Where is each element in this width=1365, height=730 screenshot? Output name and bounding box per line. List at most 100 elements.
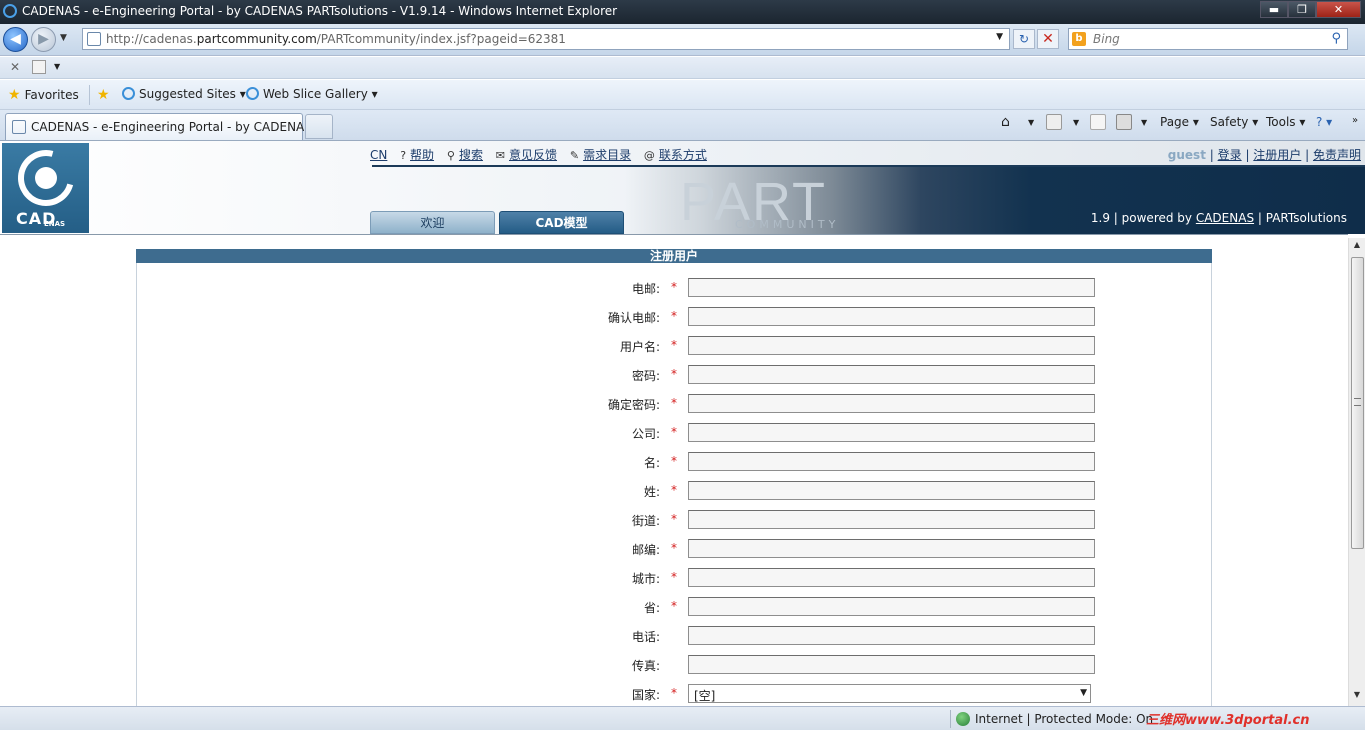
field-label: 确认电邮: — [607, 311, 660, 325]
required-marker: * — [671, 541, 677, 555]
new-tab-button[interactable] — [305, 114, 333, 139]
suggested-sites-button[interactable]: Suggested Sites ▾ — [122, 87, 246, 101]
close-strip-icon[interactable]: ✕ — [10, 60, 20, 74]
scroll-down-icon[interactable]: ▼ — [1351, 690, 1363, 704]
address-toolbar: ◀ ▶ ▼ http://cadenas.partcommunity.com/P… — [0, 24, 1365, 56]
nav-search[interactable]: 搜索 — [459, 148, 483, 162]
favorites-bar: ★ Favorites ★ Suggested Sites ▾ Web Slice… — [0, 80, 1365, 110]
tab-welcome[interactable]: 欢迎 — [370, 211, 495, 234]
scrollbar-thumb[interactable] — [1351, 257, 1364, 549]
login-link[interactable]: 登录 — [1218, 148, 1242, 162]
text-input[interactable] — [688, 597, 1095, 616]
required-marker: * — [671, 309, 677, 323]
mail-icon[interactable] — [1090, 114, 1106, 130]
search-box[interactable]: b Bing ⚲ — [1068, 28, 1348, 50]
contact-icon: @ — [643, 149, 655, 162]
text-input[interactable] — [688, 481, 1095, 500]
scroll-up-icon[interactable]: ▲ — [1351, 240, 1363, 254]
nav-help[interactable]: 帮助 — [410, 148, 434, 162]
print-icon[interactable] — [1116, 114, 1132, 130]
form-row: 传真: — [136, 655, 1212, 675]
required-marker: * — [671, 280, 677, 294]
search-placeholder[interactable]: Bing — [1093, 32, 1120, 46]
nav-contact[interactable]: 联系方式 — [659, 148, 707, 162]
help-icon[interactable]: ? ▾ — [1316, 115, 1332, 129]
back-button[interactable]: ◀ — [3, 27, 28, 52]
tab-label: CADENAS - e-Engineering Portal - by CADE… — [31, 120, 328, 134]
convert-icon[interactable] — [32, 60, 46, 74]
guest-label: guest — [1167, 148, 1206, 162]
forward-button[interactable]: ▶ — [31, 27, 56, 52]
page-content: 注册用户 电邮: * 确认电邮: * 用户名: * 密码: * 确定密码: * 公司: * 名: * 姓: *… — [0, 234, 1348, 706]
text-input[interactable] — [688, 452, 1095, 471]
text-input[interactable] — [688, 423, 1095, 442]
language-select[interactable]: CN — [370, 148, 387, 162]
convert-dropdown-icon[interactable]: ▼ — [54, 62, 60, 71]
field-label: 城市: — [631, 572, 660, 586]
wand-icon: ✎ — [569, 149, 580, 162]
cadenas-link[interactable]: CADENAS — [1196, 211, 1254, 225]
field-label: 省: — [643, 601, 660, 615]
web-slice-gallery-button[interactable]: Web Slice Gallery ▾ — [246, 87, 378, 101]
help-icon: ? — [400, 149, 407, 162]
address-url[interactable]: http://cadenas.partcommunity.com/PARTcom… — [106, 32, 566, 46]
text-input[interactable] — [688, 278, 1095, 297]
page-menu[interactable]: Page ▾ — [1160, 115, 1199, 129]
minimize-button[interactable]: ▬ — [1260, 1, 1288, 18]
form-row: 电邮: * — [136, 278, 1212, 298]
tools-menu[interactable]: Tools ▾ — [1266, 115, 1305, 129]
search-icon[interactable]: ⚲ — [1331, 31, 1341, 46]
address-bar[interactable]: http://cadenas.partcommunity.com/PARTcom… — [82, 28, 1010, 50]
recent-pages-dropdown-icon[interactable]: ▼ — [60, 33, 67, 43]
form-row: 姓: * — [136, 481, 1212, 501]
text-input[interactable] — [688, 568, 1095, 587]
text-input[interactable] — [688, 307, 1095, 326]
register-link[interactable]: 注册用户 — [1253, 148, 1301, 162]
tab-cad-models[interactable]: CAD模型 — [499, 211, 624, 234]
country-select[interactable]: [空] ▼ — [688, 684, 1091, 703]
text-input[interactable] — [688, 336, 1095, 355]
nav-catalog-request[interactable]: 需求目录 — [583, 148, 631, 162]
favorites-button[interactable]: ★ Favorites — [8, 87, 79, 103]
text-input[interactable] — [688, 394, 1095, 413]
search-icon: ⚲ — [446, 149, 455, 162]
text-input[interactable] — [688, 539, 1095, 558]
text-input[interactable] — [688, 510, 1095, 529]
chevron-down-icon[interactable]: ▼ — [1080, 688, 1087, 698]
home-dropdown-icon[interactable]: ▼ — [1028, 118, 1034, 127]
browser-tab[interactable]: CADENAS - e-Engineering Portal - by CADE… — [5, 113, 327, 140]
required-marker: * — [671, 396, 677, 410]
field-label: 确定密码: — [607, 398, 660, 412]
text-input[interactable] — [688, 626, 1095, 645]
vertical-scrollbar[interactable]: ▲ ▼ — [1348, 238, 1365, 706]
restore-button[interactable]: ❐ — [1288, 1, 1316, 18]
refresh-button[interactable]: ↻ — [1013, 29, 1035, 49]
chevron-right-icon[interactable]: » — [1352, 115, 1358, 126]
form-row: 密码: * — [136, 365, 1212, 385]
star-icon: ★ — [8, 87, 21, 103]
home-icon[interactable]: ⌂ — [1001, 114, 1017, 130]
cadenas-logo[interactable]: CAD ENAS — [2, 139, 89, 233]
disclaimer-link[interactable]: 免责声明 — [1313, 148, 1361, 162]
text-input[interactable] — [688, 365, 1095, 384]
required-marker: * — [671, 483, 677, 497]
print-dropdown-icon[interactable]: ▼ — [1141, 118, 1147, 127]
close-window-button[interactable]: ✕ — [1316, 1, 1361, 18]
add-favorites-icon[interactable]: ★ — [97, 87, 114, 103]
envelope-icon: ✉ — [495, 149, 505, 162]
security-zone[interactable]: Internet | Protected Mode: On — [975, 712, 1153, 726]
banner-band — [372, 165, 1365, 167]
nav-feedback[interactable]: 意见反馈 — [509, 148, 557, 162]
command-strip: ✕ ▼ — [0, 57, 1365, 79]
field-label: 邮编: — [631, 543, 660, 557]
text-input[interactable] — [688, 655, 1095, 674]
page-icon — [12, 120, 26, 134]
form-row: 街道: * — [136, 510, 1212, 530]
divider — [89, 85, 90, 105]
safety-menu[interactable]: Safety ▾ — [1210, 115, 1258, 129]
stop-button[interactable]: ✕ — [1037, 29, 1059, 49]
address-dropdown-icon[interactable]: ▼ — [996, 32, 1003, 42]
feeds-icon[interactable] — [1046, 114, 1062, 130]
form-row: 公司: * — [136, 423, 1212, 443]
feeds-dropdown-icon[interactable]: ▼ — [1073, 118, 1079, 127]
